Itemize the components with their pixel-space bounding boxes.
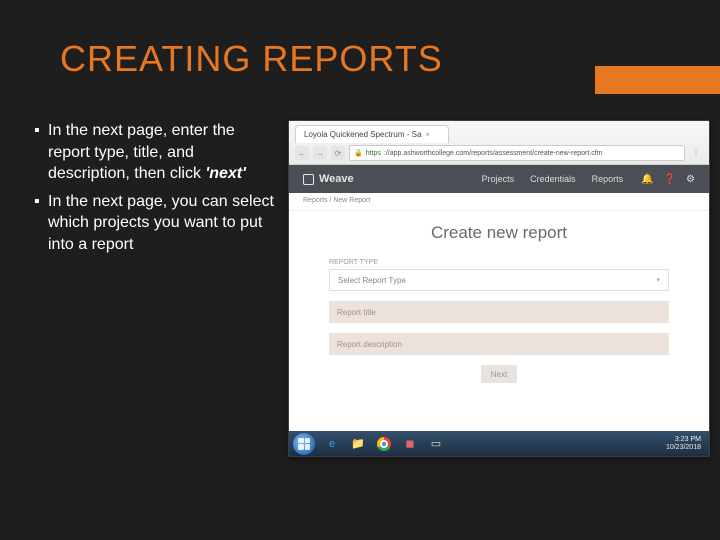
browser-tab[interactable]: Loyola Quickened Spectrum - Sa × (295, 125, 449, 143)
bullet-marker-icon: ▪ (34, 191, 48, 256)
browser-chrome: Loyola Quickened Spectrum - Sa × ← → ⟳ 🔒… (289, 121, 709, 165)
input-placeholder: Report title (337, 308, 376, 317)
bell-icon[interactable]: 🔔 (641, 174, 653, 185)
slide-body: ▪ In the next page, enter the report typ… (0, 90, 720, 457)
page-content: Create new report REPORT TYPE Select Rep… (289, 211, 709, 431)
input-placeholder: Report description (337, 340, 402, 349)
report-title-input[interactable]: Report title (329, 301, 669, 323)
nav-projects[interactable]: Projects (482, 174, 515, 184)
slide: CREATING REPORTS ▪ In the next page, ent… (0, 0, 720, 540)
next-button[interactable]: Next (481, 365, 517, 383)
browser-menu-icon[interactable]: ⋮ (689, 149, 703, 158)
system-clock[interactable]: 3:23 PM 10/23/2018 (666, 436, 705, 451)
brand-label: Weave (319, 173, 354, 185)
url-rest: ://app.ashworthcollege.com/reports/asses… (384, 150, 603, 157)
report-type-select[interactable]: Select Report Type ▾ (329, 269, 669, 291)
browser-toolbar: ← → ⟳ 🔒 https://app.ashworthcollege.com/… (289, 143, 709, 165)
chevron-down-icon: ▾ (656, 276, 660, 284)
ie-icon[interactable]: e (321, 435, 343, 453)
nav-reports[interactable]: Reports (592, 174, 624, 184)
back-button[interactable]: ← (295, 146, 309, 160)
chrome-icon[interactable] (373, 435, 395, 453)
bullet-text: In the next page, you can select which p… (48, 191, 274, 256)
tab-title: Loyola Quickened Spectrum - Sa (304, 130, 421, 139)
close-icon[interactable]: × (425, 130, 430, 139)
gear-icon[interactable]: ⚙ (686, 174, 695, 185)
bullet-item: ▪ In the next page, you can select which… (34, 191, 274, 256)
start-button[interactable] (293, 433, 315, 455)
forward-button[interactable]: → (313, 146, 327, 160)
slide-title: CREATING REPORTS (60, 38, 660, 80)
screenshot-wrap: Loyola Quickened Spectrum - Sa × ← → ⟳ 🔒… (288, 120, 712, 457)
accent-strip (595, 66, 720, 94)
report-description-input[interactable]: Report description (329, 333, 669, 355)
breadcrumb: Reports / New Report (289, 193, 709, 211)
bullet-marker-icon: ▪ (34, 120, 48, 185)
url-scheme: https (366, 150, 381, 157)
help-icon[interactable]: ❓ (664, 174, 676, 185)
reload-button[interactable]: ⟳ (331, 146, 345, 160)
windows-taskbar: e 📁 ◼ ▭ 3:23 PM 10/23/2018 (289, 431, 709, 456)
select-placeholder: Select Report Type (338, 276, 406, 285)
brand-icon (303, 174, 314, 185)
bullet-text-bold: 'next' (205, 165, 246, 182)
pinned-app-icon[interactable]: ◼ (399, 435, 421, 453)
explorer-icon[interactable]: 📁 (347, 435, 369, 453)
page-heading: Create new report (329, 223, 669, 243)
brand[interactable]: Weave (303, 173, 354, 185)
browser-tabstrip: Loyola Quickened Spectrum - Sa × (289, 121, 709, 143)
address-bar[interactable]: 🔒 https://app.ashworthcollege.com/report… (349, 145, 685, 161)
lock-icon: 🔒 (354, 149, 363, 157)
next-button-wrap: Next (329, 365, 669, 383)
pinned-app-icon[interactable]: ▭ (425, 435, 447, 453)
bullet-list: ▪ In the next page, enter the report typ… (34, 120, 274, 457)
bullet-item: ▪ In the next page, enter the report typ… (34, 120, 274, 185)
app-navbar: Weave Projects Credentials Reports 🔔 ❓ ⚙ (289, 165, 709, 193)
nav-credentials[interactable]: Credentials (530, 174, 576, 184)
clock-date: 10/23/2018 (666, 444, 701, 452)
clock-time: 3:23 PM (666, 436, 701, 444)
embedded-screenshot: Loyola Quickened Spectrum - Sa × ← → ⟳ 🔒… (288, 120, 710, 457)
bullet-text: In the next page, enter the report type,… (48, 120, 274, 185)
section-label: REPORT TYPE (329, 259, 669, 266)
